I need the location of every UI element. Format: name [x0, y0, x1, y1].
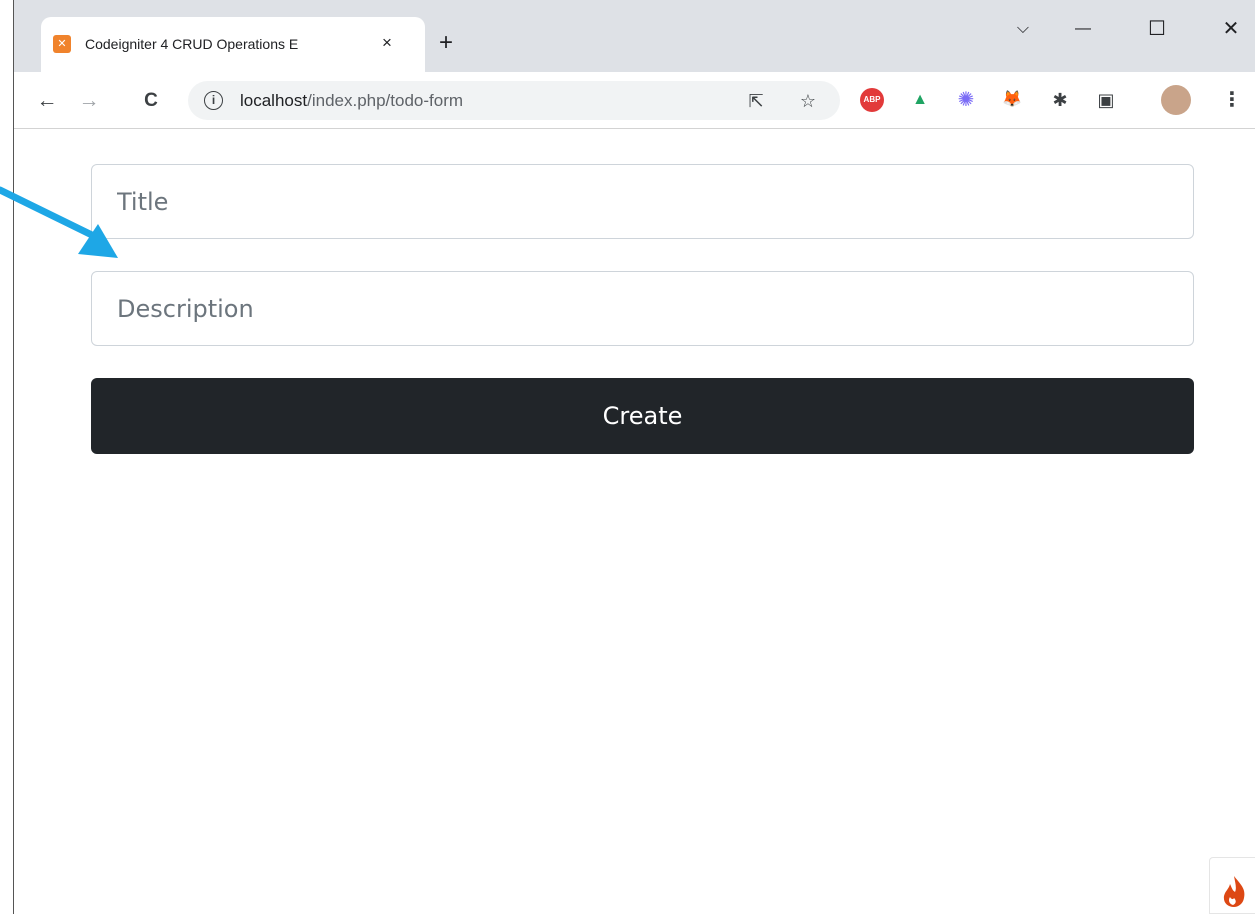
extensions-puzzle-icon[interactable]: ✱: [1048, 88, 1072, 112]
tab-title: Codeigniter 4 CRUD Operations E: [85, 36, 299, 52]
close-window-button[interactable]: ✕: [1216, 14, 1246, 44]
window-left-border: [13, 0, 14, 914]
tab-active[interactable]: ✕ Codeigniter 4 CRUD Operations E ×: [41, 17, 425, 72]
title-input[interactable]: [92, 165, 1193, 238]
annotation-arrow-icon: [0, 186, 118, 258]
close-tab-icon[interactable]: ×: [375, 31, 399, 55]
browser-toolbar: ← → C i localhost/index.php/todo-form ⇱ …: [14, 72, 1255, 129]
metamask-icon[interactable]: 🦊: [1000, 88, 1024, 112]
address-url[interactable]: localhost/index.php/todo-form: [240, 91, 463, 111]
codeigniter-debug-toggle[interactable]: [1209, 857, 1255, 914]
adblock-plus-icon[interactable]: ABP: [860, 88, 884, 112]
browser-menu-icon[interactable]: ⋮: [1220, 88, 1244, 112]
reload-icon[interactable]: C: [136, 86, 166, 116]
maximize-button[interactable]: ☐: [1142, 14, 1172, 44]
new-tab-button[interactable]: +: [432, 30, 460, 58]
xampp-icon: ✕: [53, 35, 71, 53]
title-field[interactable]: [91, 164, 1194, 239]
back-arrow-icon[interactable]: ←: [32, 86, 62, 116]
create-button[interactable]: Create: [91, 378, 1194, 454]
extension-star-icon[interactable]: ✺: [954, 88, 978, 112]
url-host: localhost: [240, 91, 308, 110]
url-path: /index.php/todo-form: [307, 91, 464, 110]
description-input[interactable]: [92, 272, 1193, 345]
forward-arrow-icon[interactable]: →: [74, 86, 104, 116]
google-drive-icon[interactable]: ▲: [908, 88, 932, 112]
side-panel-icon[interactable]: ▣: [1094, 88, 1118, 112]
tab-strip: ✕ Codeigniter 4 CRUD Operations E × + ⌵ …: [14, 0, 1255, 72]
profile-avatar[interactable]: [1161, 85, 1191, 115]
site-info-icon[interactable]: i: [204, 91, 223, 110]
address-bar[interactable]: i localhost/index.php/todo-form ⇱ ☆: [188, 81, 840, 120]
description-field[interactable]: [91, 271, 1194, 346]
codeigniter-flame-icon: [1223, 876, 1245, 907]
minimize-button[interactable]: —: [1068, 14, 1098, 44]
share-icon[interactable]: ⇱: [744, 89, 768, 113]
bookmark-star-icon[interactable]: ☆: [796, 89, 820, 113]
browser-window: ✕ Codeigniter 4 CRUD Operations E × + ⌵ …: [0, 0, 1255, 914]
tab-search-icon[interactable]: ⌵: [1008, 14, 1038, 44]
